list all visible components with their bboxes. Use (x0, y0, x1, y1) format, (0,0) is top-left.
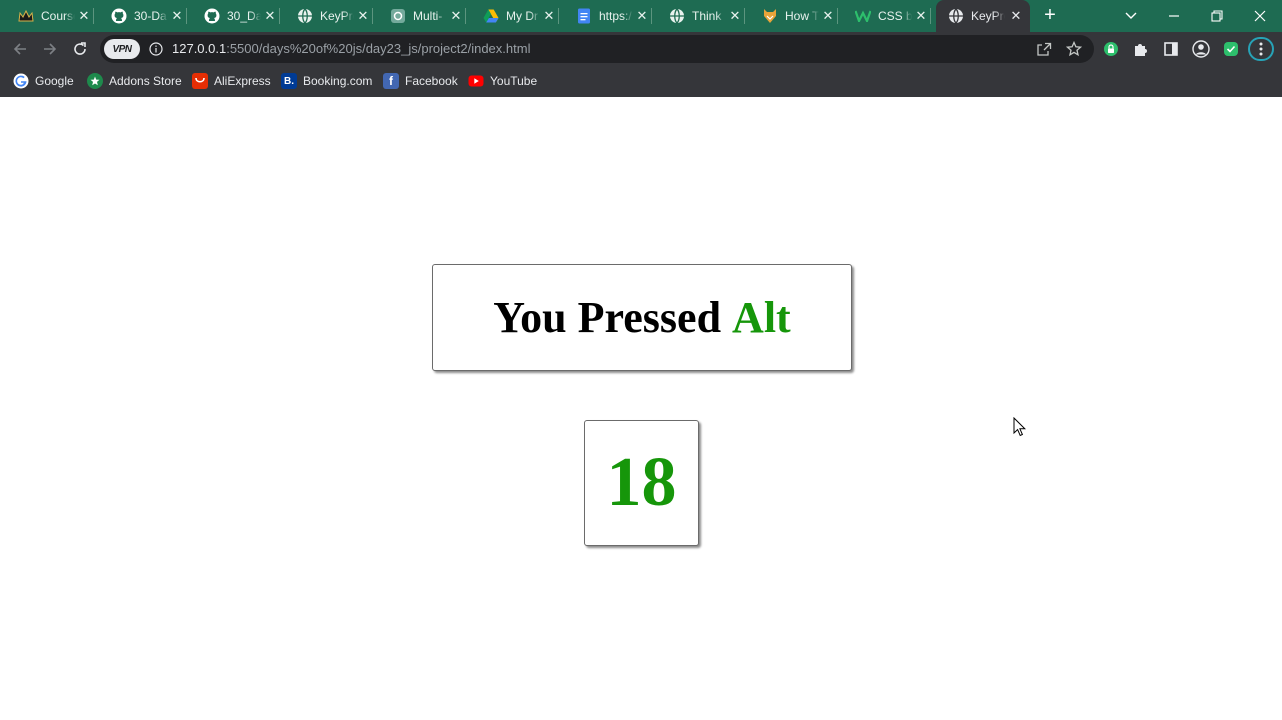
close-tab-icon[interactable]: ✕ (634, 8, 650, 24)
addons-store-icon (87, 73, 103, 89)
address-bar[interactable]: VPN 127.0.0.1:5500/days%20of%20js/day23_… (100, 35, 1094, 63)
close-tab-icon[interactable]: ✕ (448, 8, 464, 24)
minimize-icon[interactable] (1164, 6, 1184, 26)
aliexpress-icon (192, 73, 208, 89)
tab-label: CSS b (878, 9, 912, 23)
url-text[interactable]: 127.0.0.1:5500/days%20of%20js/day23_js/p… (172, 41, 530, 56)
facebook-icon: f (383, 73, 399, 89)
forward-arrow-icon[interactable] (40, 39, 60, 59)
bookmark-label: YouTube (490, 74, 538, 88)
security-check-icon[interactable] (1221, 39, 1241, 59)
browser-tab[interactable]: Multi- ✕ (372, 4, 466, 28)
browser-tab[interactable]: How T ✕ (744, 4, 838, 28)
w-icon (855, 8, 871, 24)
vpn-extension-icon[interactable] (1101, 39, 1121, 59)
mouse-cursor-icon (1013, 416, 1027, 437)
bookmark-facebook[interactable]: f Facebook (383, 71, 458, 91)
fox-icon (762, 8, 778, 24)
new-tab-button[interactable]: + (1040, 5, 1060, 25)
close-tab-icon[interactable]: ✕ (727, 8, 743, 24)
tab-label: KeyPre (320, 9, 354, 23)
bookmark-booking[interactable]: B. Booking.com (281, 71, 372, 91)
close-window-icon[interactable] (1250, 6, 1270, 26)
key-code-box: 18 (584, 420, 699, 546)
reload-icon[interactable] (70, 39, 90, 59)
tab-label: https:/ (599, 9, 632, 23)
tab-label: How T (785, 9, 819, 23)
key-name: Alt (732, 293, 791, 342)
browser-tab[interactable]: Think ✕ (651, 4, 745, 28)
bookmark-label: AliExpress (214, 74, 271, 88)
bookmark-star-icon[interactable] (1064, 39, 1084, 59)
url-path: :5500/days%20of%20js/day23_js/project2/i… (226, 41, 531, 56)
booking-icon: B. (281, 73, 297, 89)
browser-toolbar: VPN 127.0.0.1:5500/days%20of%20js/day23_… (0, 32, 1282, 66)
profile-icon[interactable] (1191, 39, 1211, 59)
side-panel-icon[interactable] (1161, 39, 1181, 59)
close-tab-icon[interactable]: ✕ (541, 8, 557, 24)
tab-divider (930, 8, 931, 24)
tab-label: Course (41, 9, 75, 23)
close-tab-icon[interactable]: ✕ (820, 8, 836, 24)
share-icon[interactable] (1034, 39, 1054, 59)
key-code: 18 (606, 444, 677, 521)
bookmark-addons-store[interactable]: Addons Store (87, 71, 182, 91)
tab-label: KeyPre (971, 9, 1005, 23)
browser-tab[interactable]: 30_Da ✕ (186, 4, 280, 28)
url-host: 127.0.0.1 (172, 41, 227, 56)
github-icon (204, 8, 220, 24)
github-icon (111, 8, 127, 24)
google-icon (13, 73, 29, 89)
youtube-icon (468, 73, 484, 89)
key-pressed-box: You Pressed Alt (432, 264, 852, 371)
browser-tab[interactable]: https:/ ✕ (558, 4, 652, 28)
bookmark-google[interactable]: Google (13, 71, 74, 91)
tab-label: Think (692, 9, 722, 23)
site-info-icon[interactable] (149, 42, 163, 56)
tab-strip: Course ✕ 30-Da ✕ 30_Da ✕ KeyPre ✕ Multi- (0, 0, 1282, 32)
globe-icon (669, 8, 685, 24)
restore-icon[interactable] (1207, 6, 1227, 26)
tab-label: Multi- (413, 9, 443, 23)
tab-search-icon[interactable] (1121, 6, 1141, 26)
menu-icon[interactable] (1248, 37, 1274, 61)
docs-icon (576, 8, 592, 24)
close-tab-icon[interactable]: ✕ (913, 8, 929, 24)
tab-label: 30_Da (227, 9, 261, 23)
tab-label: 30-Da (134, 9, 167, 23)
browser-tab[interactable]: My Dr ✕ (465, 4, 559, 28)
close-tab-icon[interactable]: ✕ (169, 8, 185, 24)
globe-icon (948, 8, 964, 24)
bookmark-label: Google (35, 74, 74, 88)
close-tab-icon[interactable]: ✕ (76, 8, 92, 24)
globe-icon (297, 8, 313, 24)
bookmark-label: Facebook (405, 74, 458, 88)
close-tab-icon[interactable]: ✕ (1008, 8, 1024, 24)
google-drive-icon (483, 8, 499, 24)
bookmark-label: Addons Store (109, 74, 182, 88)
browser-tab[interactable]: CSS b ✕ (837, 4, 931, 28)
close-tab-icon[interactable]: ✕ (262, 8, 278, 24)
vpn-badge[interactable]: VPN (104, 39, 140, 59)
bookmark-label: Booking.com (303, 74, 373, 88)
browser-tab[interactable]: Course ✕ (0, 4, 94, 28)
pressed-prefix-text: You Pressed (493, 293, 722, 342)
bookmark-youtube[interactable]: YouTube (468, 71, 537, 91)
extensions-puzzle-icon[interactable] (1131, 39, 1151, 59)
browser-tab[interactable]: 30-Da ✕ (93, 4, 187, 28)
page-viewport: You Pressed Alt 18 (0, 97, 1282, 720)
openai-icon (390, 8, 406, 24)
browser-tab-active[interactable]: KeyPre ✕ (936, 0, 1030, 32)
close-tab-icon[interactable]: ✕ (355, 8, 371, 24)
bookmarks-bar: Google Addons Store AliExpress B. Bookin… (0, 66, 1282, 97)
browser-tab[interactable]: KeyPre ✕ (279, 4, 373, 28)
crown-icon (18, 8, 34, 24)
tab-label: My Dr (506, 9, 538, 23)
back-arrow-icon[interactable] (10, 39, 30, 59)
bookmark-aliexpress[interactable]: AliExpress (192, 71, 271, 91)
